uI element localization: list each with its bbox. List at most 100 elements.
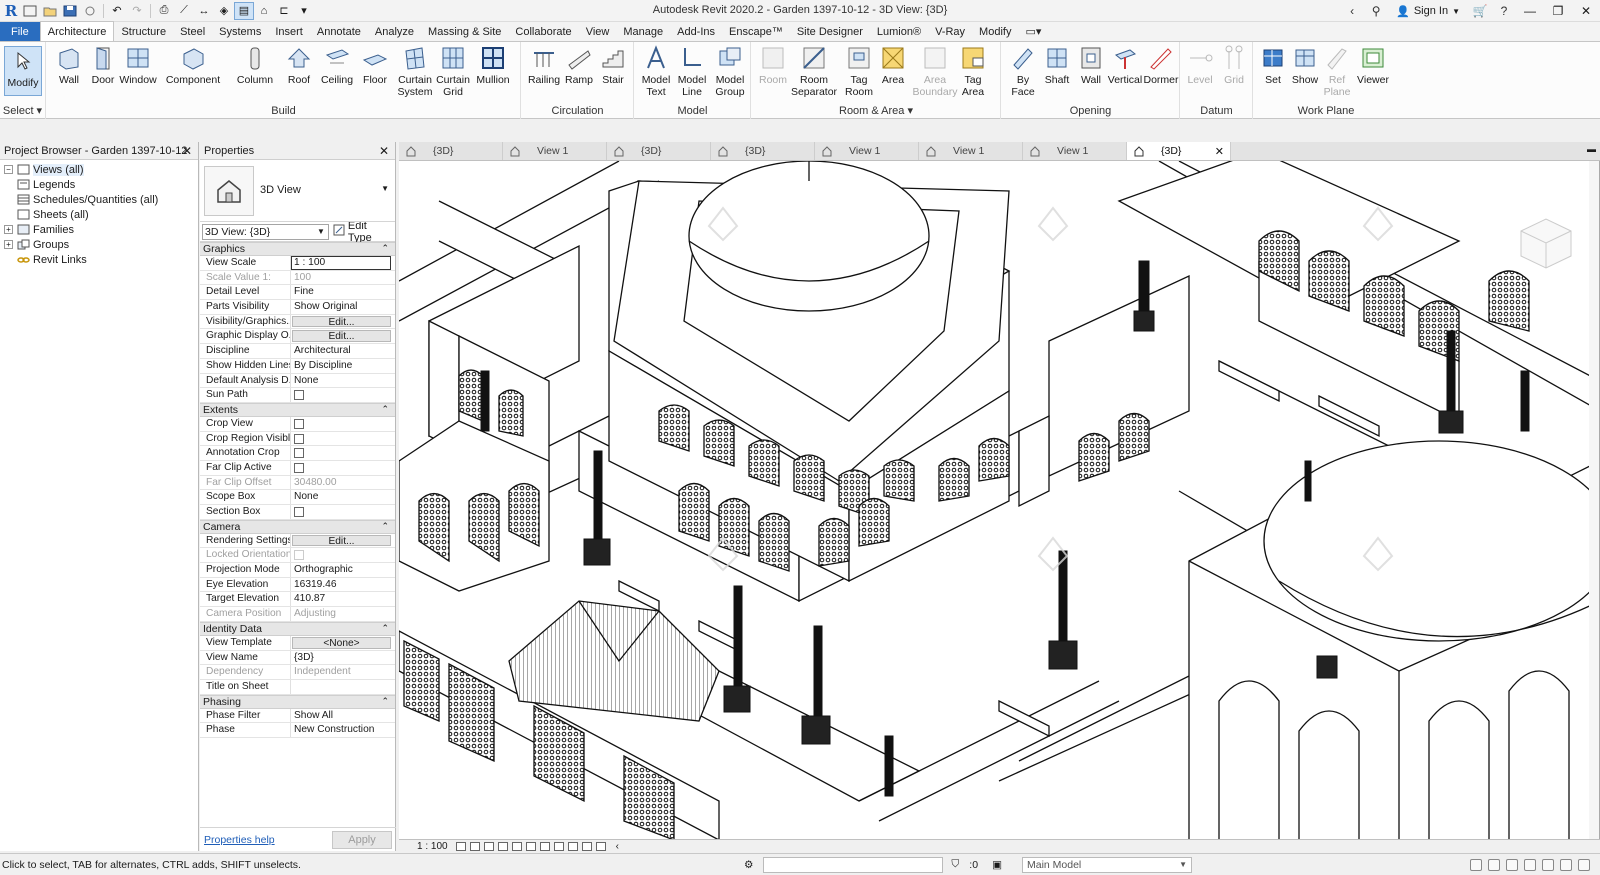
tab-site-designer[interactable]: Site Designer <box>790 22 870 41</box>
model-line-button[interactable]: Model Line <box>673 44 711 104</box>
tree-item-views[interactable]: − Views (all) <box>0 162 198 177</box>
tab-add-ins[interactable]: Add-Ins <box>670 22 722 41</box>
show-hidden-lines-value[interactable]: By Discipline <box>291 359 395 373</box>
switch-windows-icon[interactable]: ▾ <box>294 2 314 20</box>
view-name-value[interactable]: {3D} <box>291 651 395 665</box>
scroll-left-icon[interactable]: ‹ <box>616 841 619 852</box>
railing-button[interactable]: Railing <box>524 44 564 104</box>
curtain-system-button[interactable]: Curtain System <box>395 44 435 104</box>
temporary-hide-icon[interactable] <box>567 842 578 851</box>
stair-button[interactable]: Stair <box>594 44 632 104</box>
section-icon[interactable]: ⊏ <box>274 2 294 20</box>
filter-selection-icon[interactable] <box>1578 858 1590 871</box>
room-button[interactable]: Room <box>754 44 792 104</box>
view-tab[interactable]: {3D} <box>711 142 815 160</box>
close-icon[interactable]: ✕ <box>1215 145 1224 158</box>
ref-plane-button[interactable]: Ref Plane <box>1318 44 1356 104</box>
apply-button[interactable]: Apply <box>332 830 392 849</box>
instance-selector-dropdown[interactable]: 3D View: {3D} ▼ <box>202 223 329 240</box>
help-icon[interactable]: ? <box>1492 0 1516 22</box>
sun-path-checkbox[interactable] <box>294 390 304 401</box>
view-tab[interactable]: {3D} <box>399 142 503 160</box>
drawing-canvas[interactable] <box>399 161 1600 840</box>
rendering-settings-edit-button[interactable]: Edit... <box>292 534 391 547</box>
show-crop-region-icon[interactable] <box>539 842 550 851</box>
render-icon[interactable] <box>511 842 522 851</box>
section-box-checkbox[interactable] <box>294 507 304 517</box>
select-by-face-icon[interactable] <box>1524 858 1536 871</box>
tab-insert[interactable]: Insert <box>268 22 310 41</box>
shaft-button[interactable]: Shaft <box>1038 44 1076 104</box>
prop-row[interactable]: Discipline Architectural <box>200 344 395 359</box>
3d-view-icon[interactable]: ⌂ <box>254 2 274 20</box>
area-boundary-button[interactable]: Area Boundary <box>912 44 958 104</box>
curtain-grid-button[interactable]: Curtain Grid <box>433 44 473 104</box>
tree-item-sheets[interactable]: Sheets (all) <box>0 207 198 222</box>
level-button[interactable]: Level <box>1181 44 1219 104</box>
dormer-button[interactable]: Dormer <box>1142 44 1180 104</box>
tab-massing-site[interactable]: Massing & Site <box>421 22 508 41</box>
discipline-value[interactable]: Architectural <box>291 344 395 358</box>
tab-architecture[interactable]: Architecture <box>39 21 115 41</box>
view-cube-icon[interactable] <box>1511 211 1581 271</box>
prop-row[interactable]: Default Analysis D... None <box>200 373 395 389</box>
tab-manage[interactable]: Manage <box>616 22 670 41</box>
crop-region-visible-checkbox[interactable] <box>294 433 304 444</box>
edit-type-button[interactable]: Edit Type <box>333 220 393 244</box>
projection-mode-value[interactable]: Orthographic <box>291 563 395 577</box>
filter-icon[interactable]: ⛉ <box>951 858 959 871</box>
text-icon[interactable]: ▤ <box>234 1 254 20</box>
view-tab[interactable]: {3D} <box>607 142 711 160</box>
worksets-icon[interactable]: ⚙ <box>744 859 753 871</box>
panel-label-select[interactable]: Select ▾ <box>0 104 45 117</box>
sign-in-button[interactable]: 👤 Sign In ▼ <box>1388 5 1468 18</box>
collapse-icon[interactable]: ⌃ <box>381 696 389 707</box>
floor-button[interactable]: Floor <box>356 44 394 104</box>
tag-room-button[interactable]: Tag Room <box>840 44 878 104</box>
close-icon[interactable]: ✕ <box>379 144 389 158</box>
group-phasing[interactable]: Phasing ⌃ <box>200 694 395 709</box>
tab-view[interactable]: View <box>579 22 617 41</box>
prop-row[interactable]: Detail Level Fine <box>200 285 395 301</box>
wall-button[interactable]: Wall <box>50 44 88 104</box>
tab-annotate[interactable]: Annotate <box>310 22 368 41</box>
modify-button[interactable]: Modify <box>4 46 42 96</box>
select-underlay-icon[interactable] <box>1488 858 1500 871</box>
vertical-opening-button[interactable]: Vertical <box>1106 44 1144 104</box>
model-text-button[interactable]: Model Text <box>637 44 675 104</box>
tree-item-families[interactable]: + Families <box>0 222 198 237</box>
viewer-button[interactable]: Viewer <box>1352 44 1394 104</box>
group-identity-data[interactable]: Identity Data ⌃ <box>200 621 395 636</box>
phase-filter-value[interactable]: Show All <box>291 709 395 723</box>
restore-button[interactable]: ❐ <box>1544 0 1572 22</box>
default-analysis-value[interactable]: None <box>291 374 395 388</box>
analytical-model-icon[interactable] <box>595 842 606 851</box>
group-graphics[interactable]: Graphics ⌃ <box>200 242 395 256</box>
target-elevation-value[interactable]: 410.87 <box>291 592 395 606</box>
select-pinned-icon[interactable] <box>1506 858 1518 871</box>
collapse-toggle-icon[interactable]: − <box>4 165 13 174</box>
ceiling-button[interactable]: Ceiling <box>316 44 358 104</box>
revit-logo-icon[interactable]: R <box>2 2 20 20</box>
vertical-scrollbar[interactable] <box>1589 161 1599 840</box>
view-scale-input[interactable]: 1 : 100 <box>291 256 391 270</box>
editable-only-icon[interactable]: ▣ <box>992 859 1002 871</box>
window-button[interactable]: Window <box>119 44 157 104</box>
title-on-sheet-value[interactable] <box>291 680 395 694</box>
crop-view-icon[interactable] <box>525 842 536 851</box>
drag-elements-icon[interactable] <box>1542 858 1554 871</box>
design-option-dropdown[interactable]: Main Model ▼ <box>1021 856 1192 873</box>
prop-row[interactable]: Eye Elevation 16319.46 <box>200 577 395 593</box>
visual-style-icon[interactable] <box>469 842 480 851</box>
door-button[interactable]: Door <box>84 44 122 104</box>
graphic-display-edit-button[interactable]: Edit... <box>292 330 391 342</box>
far-clip-active-checkbox[interactable] <box>294 462 304 473</box>
view-scale-button[interactable]: 1 : 100 <box>399 841 456 852</box>
model-group-button[interactable]: Model Group <box>711 44 749 104</box>
room-separator-button[interactable]: Room Separator <box>790 44 838 104</box>
parts-visibility-value[interactable]: Show Original <box>291 300 395 314</box>
detail-level-icon[interactable] <box>455 842 466 851</box>
collapse-icon[interactable]: ⌃ <box>381 243 389 254</box>
panel-label-room-area[interactable]: Room & Area ▾ <box>752 104 1000 117</box>
prop-row[interactable]: Show Hidden Lines By Discipline <box>200 358 395 374</box>
